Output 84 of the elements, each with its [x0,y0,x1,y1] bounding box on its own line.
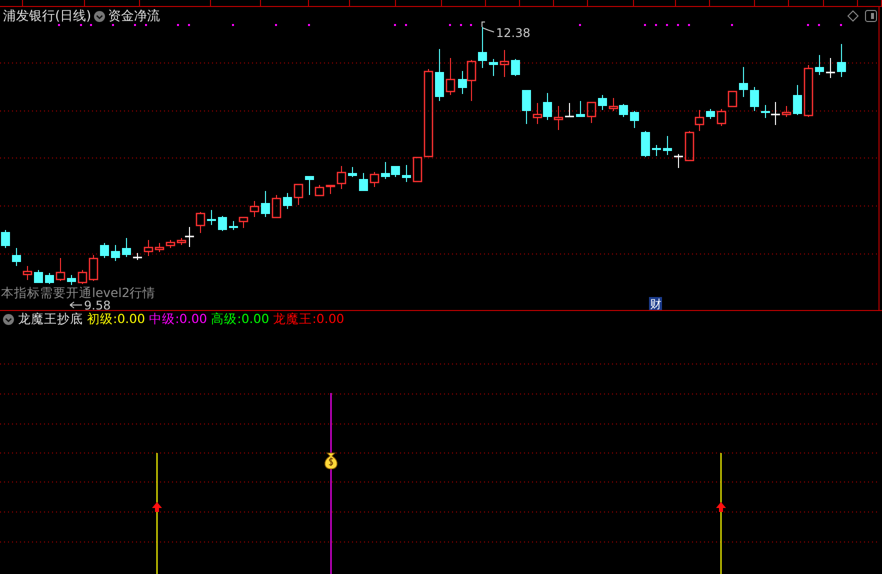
candlestick [739,66,748,98]
dropdown-icon[interactable] [3,314,14,325]
candlestick [359,172,368,192]
candlestick [565,102,574,118]
candlestick [608,98,618,112]
candlestick [532,102,542,124]
candlestick [684,130,694,162]
candlestick [122,238,131,258]
candlestick [218,216,227,232]
candlestick [554,106,564,130]
candlestick [782,106,792,118]
candlestick [56,258,66,282]
candlestick [435,48,444,102]
flag-marker-icon [482,22,494,32]
event-badge[interactable]: 财 [649,297,662,311]
diamond-icon[interactable] [847,10,859,22]
indicator-title: 龙魔王抄底 [18,311,83,328]
legend-label: 初级: [87,311,118,328]
candlestick [663,136,672,156]
high-price-label: 12.38 [496,26,530,40]
candlestick [207,210,216,226]
candlestick [652,144,661,156]
candlestick [619,104,628,118]
candlestick [706,108,715,120]
level2-notice: 本指标需要开通level2行情 [1,285,156,300]
candlestick [728,90,738,108]
legend-label: 中级: [149,311,180,328]
candlestick [478,26,487,68]
legend-value: 0.00 [241,311,270,328]
money-bag-icon [324,452,338,470]
arrow-left-icon [70,302,82,308]
dropdown-icon[interactable] [94,10,106,22]
candlestick [511,58,520,76]
candlestick [694,110,704,132]
candlestick [837,44,846,78]
candlestick [261,190,270,218]
candlestick [238,216,248,228]
candlestick [348,166,357,178]
legend-value: 0.00 [179,311,208,328]
candlestick [272,194,282,218]
candlestick [641,130,650,158]
candlestick [522,90,531,124]
candlestick [229,220,238,230]
candlestick [500,50,510,78]
candlestick [196,212,206,234]
candlestick [793,84,802,116]
candlestick [12,248,21,266]
candlestick [586,102,596,124]
candlestick [67,274,76,286]
legend-value: 0.00 [316,311,344,328]
panel-toggle-icon[interactable] [865,10,877,22]
low-price-label: 9.58 [84,298,111,312]
candlestick [576,100,585,118]
candlestick [294,184,304,206]
candlestick [402,164,411,182]
candlestick [826,58,835,78]
candlestick [133,252,142,260]
candlestick [111,244,120,262]
chart-title: 浦发银行(日线) [3,8,92,25]
candlestick [630,110,639,128]
candlestick [1,230,10,248]
candlestick [543,92,552,120]
legend-label: 高级: [211,311,242,328]
candlestick [22,266,32,280]
candlestick [370,172,380,188]
candlestick [34,270,43,284]
candlestick [250,200,260,218]
candlestick [446,58,456,96]
candlestick [166,240,176,248]
legend-label: 龙魔王: [273,311,316,328]
indicator-name: 资金净流 [108,8,160,25]
candlestick [804,64,814,118]
legend-value: 0.00 [117,311,146,328]
candlestick [750,86,759,112]
candlestick [100,242,109,258]
candlestick [489,58,498,76]
candlestick [716,108,726,126]
candlestick [815,54,824,76]
candlestick [283,192,292,210]
candlestick [674,154,683,168]
arrow-up-icon [716,502,726,512]
arrow-up-icon [152,502,162,512]
candlestick [45,272,54,284]
candlestick [598,94,607,110]
